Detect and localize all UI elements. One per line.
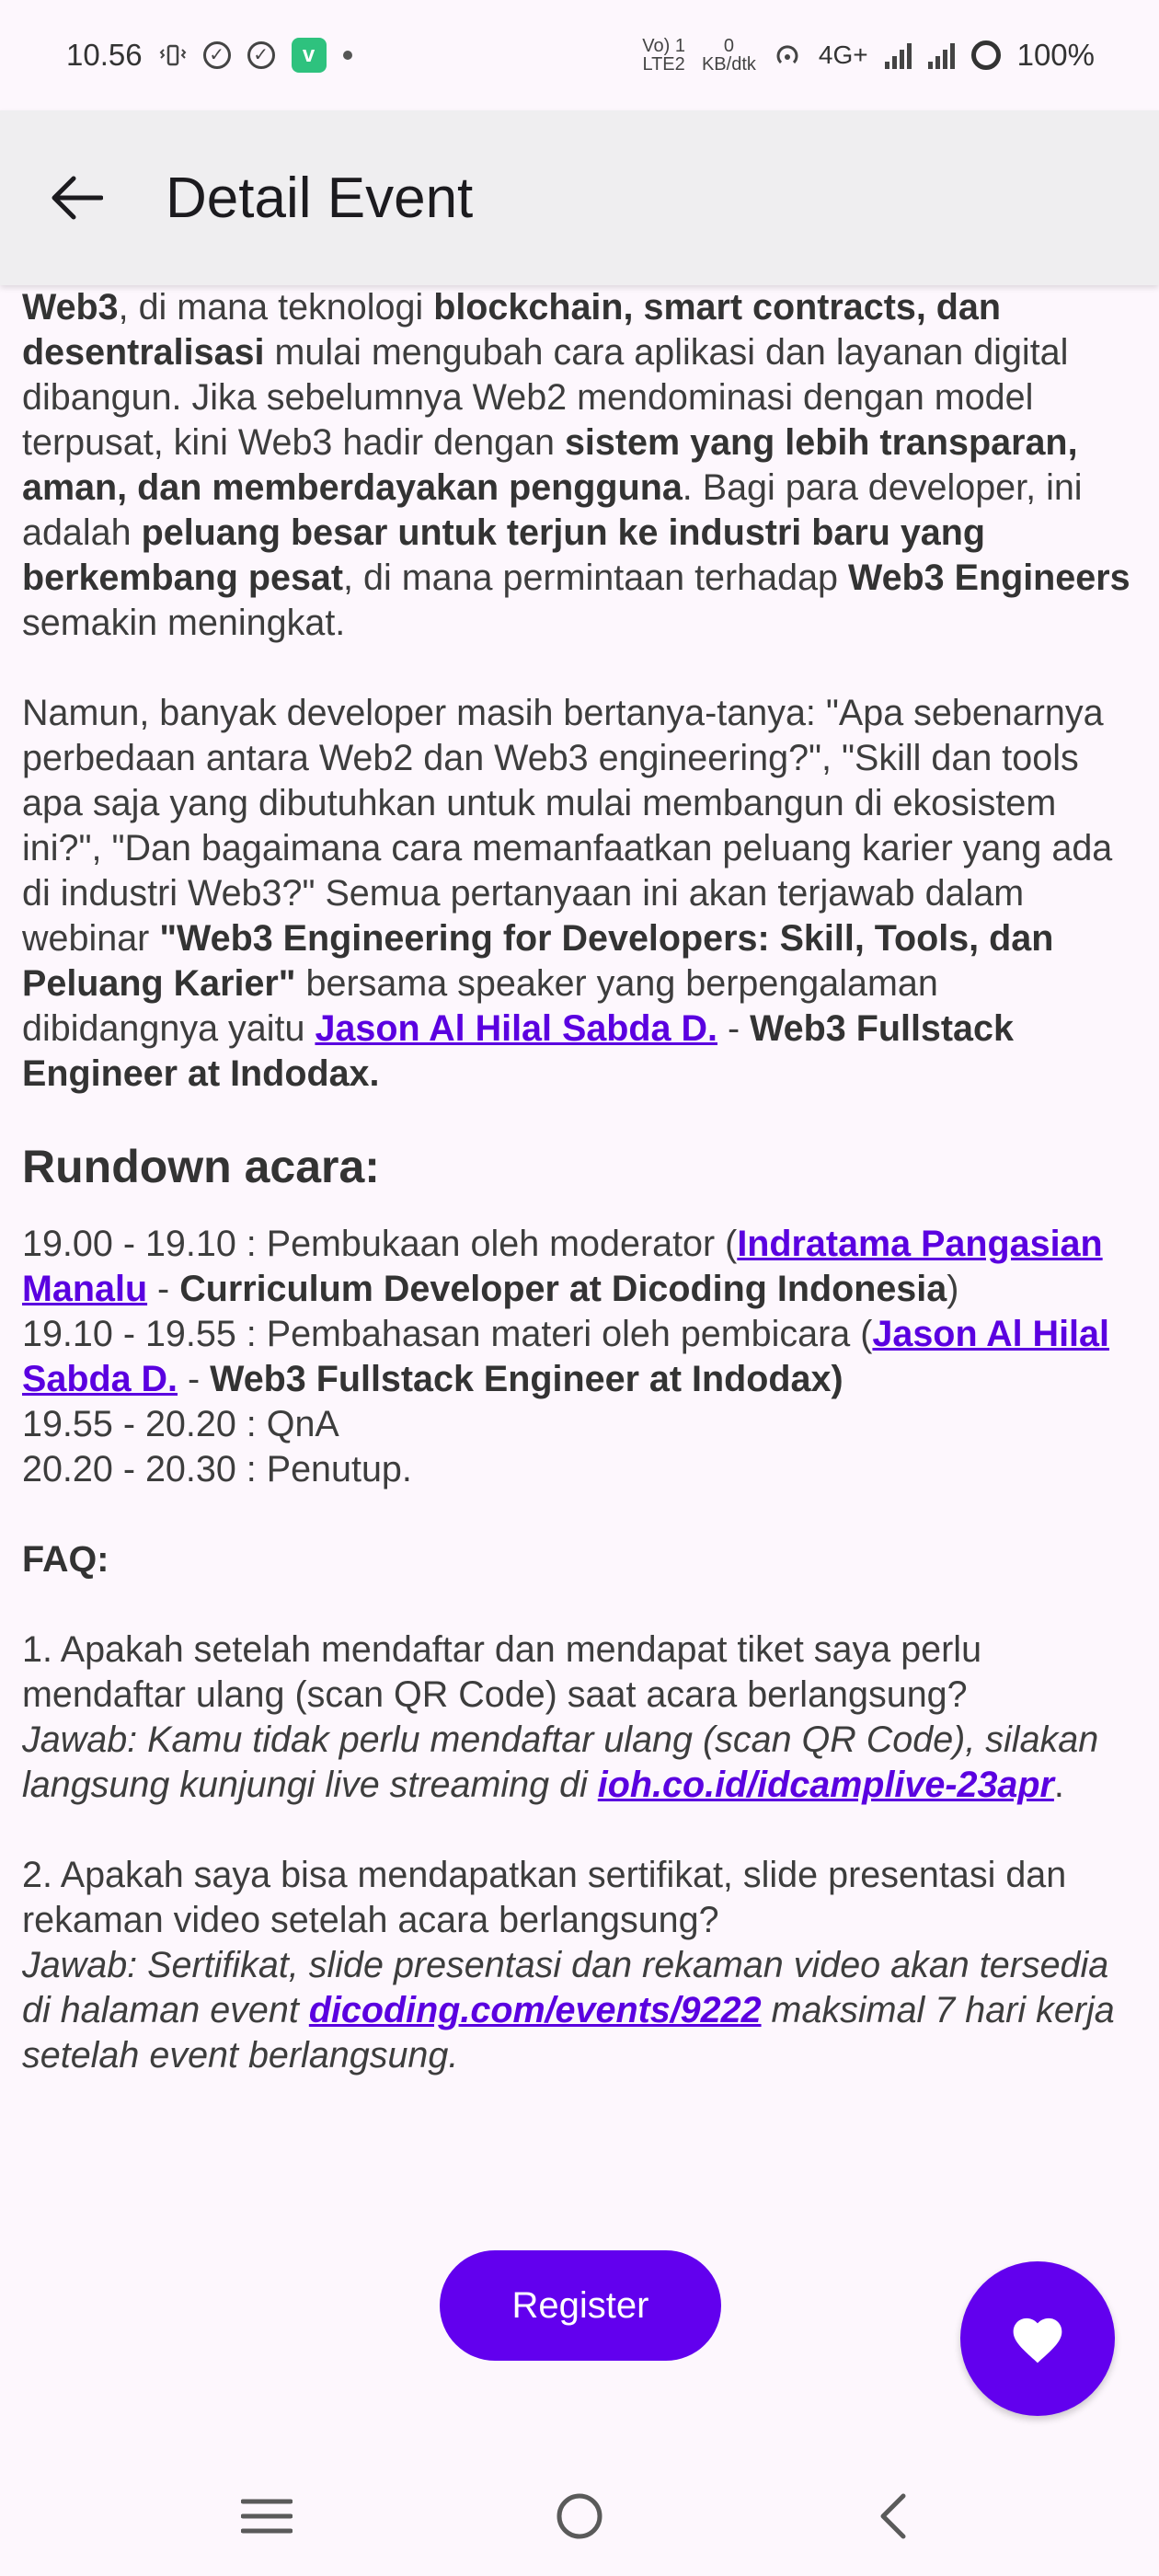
back-button[interactable] — [26, 147, 127, 248]
status-right: Vo) 1 LTE2 0 KB/dtk 4G+ 100% — [642, 37, 1095, 74]
faq-question-1: 1. Apakah setelah mendaftar dan mendapat… — [22, 1629, 982, 1715]
faq-heading-text: FAQ: — [22, 1539, 109, 1580]
hotspot-icon — [773, 40, 802, 70]
faq-answer-2: Jawab: Sertifikat, slide presentasi dan … — [22, 1943, 1137, 2078]
description-paragraph-1: Web3, di mana teknologi blockchain, smar… — [22, 285, 1137, 646]
recent-apps-button[interactable] — [221, 2470, 313, 2562]
top-app-bar: Detail Event — [0, 110, 1159, 285]
arrow-back-icon — [52, 176, 103, 220]
faq-question-2: 2. Apakah saya bisa mendapatkan sertifik… — [22, 1855, 1067, 1940]
app-notification-icon: v — [291, 38, 327, 73]
moderator-role: Curriculum Developer at Dicoding Indones… — [179, 1269, 947, 1309]
text: . — [1053, 1765, 1064, 1805]
signal-bars-icon — [884, 41, 912, 69]
volte-indicator: Vo) 1 LTE2 — [642, 37, 685, 74]
rundown-item-4: 20.20 - 20.30 : Penutup. — [22, 1449, 412, 1489]
home-circle-icon — [557, 2493, 602, 2539]
text: 19.00 - 19.10 : Pembukaan oleh moderator… — [22, 1224, 738, 1264]
network-type: 4G+ — [818, 40, 868, 69]
speed-value: 0 — [723, 36, 734, 56]
menu-lines-icon — [241, 2499, 293, 2534]
page-title: Detail Event — [166, 166, 474, 230]
battery-icon — [970, 40, 1001, 70]
battery-percent: 100% — [1016, 38, 1095, 72]
rundown-item-2: 19.10 - 19.55 : Pembahasan materi oleh p… — [22, 1312, 1137, 1402]
status-time: 10.56 — [66, 38, 143, 72]
text: semakin meningkat. — [22, 603, 346, 643]
volte-bottom: LTE2 — [642, 54, 685, 75]
text: - — [178, 1359, 211, 1399]
bold-text: Web3 Engineers — [848, 558, 1130, 598]
bold-text: Web3 — [22, 287, 119, 328]
signal-bars-icon-2 — [927, 41, 955, 69]
text: , di mana permintaan terhadap — [343, 558, 848, 598]
system-back-button[interactable] — [846, 2470, 938, 2562]
status-left: 10.56 ✓ ✓ v — [66, 38, 352, 73]
text: - — [147, 1269, 180, 1309]
speaker-link[interactable]: Jason Al Hilal Sabda D. — [315, 1008, 717, 1049]
network-speed: 0 KB/dtk — [702, 37, 756, 74]
vibrate-icon — [159, 43, 187, 67]
speed-unit: KB/dtk — [701, 54, 756, 75]
favorite-button[interactable] — [960, 2261, 1115, 2416]
rundown-heading: Rundown acara: — [22, 1141, 380, 1192]
volte-top: Vo) 1 — [642, 36, 685, 56]
rundown-item-3: 19.55 - 20.20 : QnA — [22, 1404, 339, 1444]
event-description: Web3, di mana teknologi blockchain, smar… — [22, 285, 1137, 2078]
text: , di mana teknologi — [118, 287, 434, 328]
faq-heading: FAQ: — [22, 1537, 1137, 1582]
more-notifications-dot-icon — [342, 51, 352, 60]
check-circle-icon-2: ✓ — [247, 41, 275, 69]
speaker-role-2: Web3 Fullstack Engineer at Indodax) — [210, 1359, 843, 1399]
event-page-link[interactable]: dicoding.com/events/9222 — [309, 1990, 762, 2030]
register-button[interactable]: Register — [440, 2250, 721, 2361]
faq-answer-1: Jawab: Kamu tidak perlu mendaftar ulang … — [22, 1718, 1137, 1808]
text: 19.10 - 19.55 : Pembahasan materi oleh p… — [22, 1314, 873, 1354]
rundown-item-1: 19.00 - 19.10 : Pembukaan oleh moderator… — [22, 1222, 1137, 1312]
chevron-left-icon — [880, 2493, 906, 2539]
home-button[interactable] — [534, 2470, 625, 2562]
text: ) — [947, 1269, 959, 1309]
text: - — [717, 1008, 751, 1049]
description-paragraph-2: Namun, banyak developer masih bertanya-t… — [22, 691, 1137, 1097]
livestream-link[interactable]: ioh.co.id/idcamplive-23apr — [598, 1765, 1054, 1805]
heart-icon — [1013, 2317, 1062, 2363]
check-circle-icon: ✓ — [202, 41, 231, 69]
status-bar: 10.56 ✓ ✓ v Vo) 1 LTE2 0 KB/dtk 4G+ 100% — [0, 0, 1159, 110]
system-nav-bar — [0, 2456, 1159, 2576]
